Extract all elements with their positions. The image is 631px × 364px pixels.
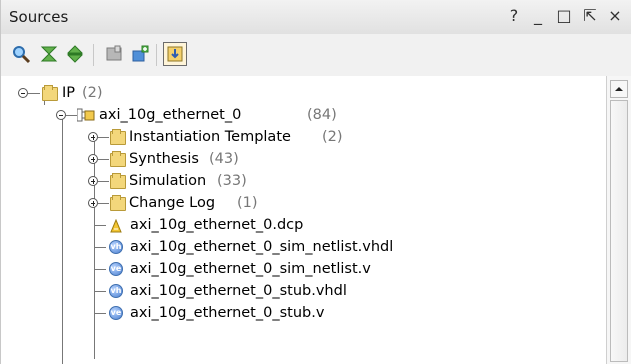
collapse-all-icon bbox=[40, 46, 58, 62]
tree-node-file[interactable]: ve axi_10g_ethernet_0_stub.v bbox=[94, 302, 424, 324]
sources-panel: Sources ? _ □ ⇱ × IP (2) axi_10g_etherne… bbox=[0, 0, 631, 364]
tree-node-label: Synthesis bbox=[129, 151, 199, 167]
open-file-button[interactable] bbox=[102, 42, 126, 66]
tree-line bbox=[28, 93, 40, 94]
tree-node-folder[interactable]: Synthesis (43) bbox=[87, 148, 307, 170]
add-sources-icon bbox=[132, 45, 149, 62]
folder-icon bbox=[110, 151, 126, 167]
expand-all-icon bbox=[66, 45, 84, 63]
tree-node-label: axi_10g_ethernet_0_stub.vhdl bbox=[130, 283, 347, 299]
panel-title: Sources bbox=[9, 8, 69, 26]
expand-node-icon[interactable] bbox=[88, 154, 98, 164]
tree-node-label: Simulation bbox=[129, 173, 207, 189]
tree-node-count: (2) bbox=[82, 85, 103, 101]
collapse-node-icon[interactable] bbox=[56, 110, 66, 120]
expand-node-icon[interactable] bbox=[88, 132, 98, 142]
tree-node-count: (2) bbox=[322, 129, 343, 145]
expand-node-icon[interactable] bbox=[88, 176, 98, 186]
vhdl-icon: vh bbox=[109, 284, 123, 298]
help-icon[interactable]: ? bbox=[503, 5, 525, 27]
vertical-scrollbar[interactable] bbox=[606, 76, 631, 364]
tree-node-ip[interactable]: IP (2) bbox=[17, 82, 217, 104]
scroll-up-button[interactable] bbox=[610, 80, 628, 98]
tree-node-file[interactable]: axi_10g_ethernet_0.dcp bbox=[94, 214, 414, 236]
tree-node-count: (84) bbox=[307, 107, 337, 123]
collapse-node-icon[interactable] bbox=[18, 88, 28, 98]
tree-line bbox=[94, 269, 106, 270]
open-file-icon bbox=[106, 45, 122, 61]
expand-all-button[interactable] bbox=[63, 42, 87, 66]
tree-line bbox=[94, 313, 106, 314]
tree-line bbox=[98, 137, 109, 138]
folder-icon bbox=[110, 173, 126, 189]
panel-titlebar: Sources ? _ □ ⇱ × bbox=[1, 0, 631, 35]
maximize-icon[interactable]: □ bbox=[553, 5, 575, 27]
search-icon bbox=[13, 46, 31, 64]
show-hierarchy-button[interactable] bbox=[163, 42, 187, 66]
tree-node-count: (43) bbox=[209, 151, 239, 167]
collapse-all-button[interactable] bbox=[37, 42, 61, 66]
tree-node-label: axi_10g_ethernet_0.dcp bbox=[130, 217, 304, 233]
folder-icon bbox=[42, 85, 58, 101]
toolbar-separator bbox=[93, 44, 94, 66]
tree-node-folder[interactable]: Simulation (33) bbox=[87, 170, 307, 192]
tree-node-label: axi_10g_ethernet_0_stub.v bbox=[130, 305, 325, 321]
tree-line bbox=[98, 159, 109, 160]
search-button[interactable] bbox=[9, 42, 33, 66]
tree-node-file[interactable]: ve axi_10g_ethernet_0_sim_netlist.v bbox=[94, 258, 454, 280]
tree-node-label: IP bbox=[62, 85, 76, 101]
tree-node-label: Instantiation Template bbox=[129, 129, 291, 145]
tree-line bbox=[62, 115, 63, 364]
tree-node-label: Change Log bbox=[129, 195, 216, 211]
tree-node-label: axi_10g_ethernet_0 bbox=[99, 107, 242, 123]
float-icon[interactable]: ⇱ bbox=[579, 5, 601, 27]
tree-node-file[interactable]: vh axi_10g_ethernet_0_stub.vhdl bbox=[94, 280, 454, 302]
tree-node-folder[interactable]: Instantiation Template (2) bbox=[87, 126, 407, 148]
tree-node-ip-core[interactable]: axi_10g_ethernet_0 (84) bbox=[55, 104, 415, 126]
tree-line bbox=[94, 247, 106, 248]
sources-tree: IP (2) axi_10g_ethernet_0 (84) Instantia… bbox=[1, 76, 607, 364]
verilog-icon: ve bbox=[109, 262, 123, 276]
tree-node-label: axi_10g_ethernet_0_sim_netlist.v bbox=[130, 261, 371, 277]
tree-line bbox=[98, 203, 109, 204]
toolbar-separator bbox=[156, 44, 157, 66]
tree-line bbox=[94, 291, 106, 292]
minimize-icon[interactable]: _ bbox=[527, 5, 549, 27]
ip-core-icon bbox=[76, 108, 95, 123]
sources-tree-container: IP (2) axi_10g_ethernet_0 (84) Instantia… bbox=[1, 76, 631, 364]
tree-node-count: (1) bbox=[237, 195, 258, 211]
tree-node-label: axi_10g_ethernet_0_sim_netlist.vhdl bbox=[130, 239, 394, 255]
chevron-up-icon bbox=[615, 87, 623, 91]
tree-node-file[interactable]: vh axi_10g_ethernet_0_sim_netlist.vhdl bbox=[94, 236, 514, 258]
close-icon[interactable]: × bbox=[604, 5, 626, 27]
verilog-icon: ve bbox=[109, 306, 123, 320]
scroll-thumb[interactable] bbox=[610, 100, 628, 362]
tree-node-count: (33) bbox=[217, 173, 247, 189]
sources-toolbar bbox=[1, 34, 631, 77]
show-hierarchy-icon bbox=[167, 46, 183, 62]
expand-node-icon[interactable] bbox=[88, 198, 98, 208]
folder-icon bbox=[110, 129, 126, 145]
tree-line bbox=[98, 181, 109, 182]
add-sources-button[interactable] bbox=[129, 42, 153, 66]
tree-line bbox=[94, 225, 106, 226]
folder-icon bbox=[110, 195, 126, 211]
tree-node-folder[interactable]: Change Log (1) bbox=[87, 192, 327, 214]
vhdl-icon: vh bbox=[109, 240, 123, 254]
dcp-icon bbox=[110, 218, 122, 233]
